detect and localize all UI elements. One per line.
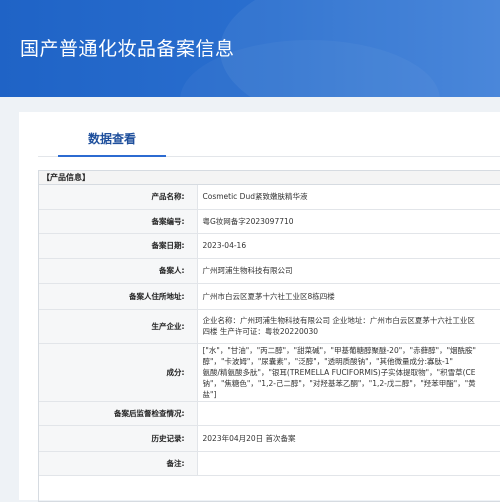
row-value-line: 氨酸/精氨酸多肽"，"银耳(TREMELLA FUCIFORMIS)子实体提取物… <box>203 367 500 378</box>
row-value: 广州珂浦生物科技有限公司 <box>197 258 500 283</box>
row-value: 粤G妆网备字2023097710 <box>197 209 500 233</box>
table-row: 备案日期: 2023-04-16 <box>39 233 500 258</box>
tab-data-view[interactable]: 数据查看 <box>58 130 166 156</box>
row-label: 备案人: <box>39 258 197 283</box>
table-row: 成分: ["水"，"甘油"，"丙二醇"，"甜菜碱"，"甲基葡糖醇聚醚-20"，"… <box>39 343 500 401</box>
row-label: 成分: <box>39 343 197 401</box>
row-value: 企业名称：广州珂浦生物科技有限公司 企业地址：广州市白云区夏茅十六社工业区 四楼… <box>197 309 500 343</box>
row-label: 历史记录: <box>39 425 197 451</box>
row-label: 备案编号: <box>39 209 197 233</box>
row-value: Cosmetic Dud紧致嫩肤精华液 <box>197 185 500 209</box>
row-value-line: 企业名称：广州珂浦生物科技有限公司 企业地址：广州市白云区夏茅十六社工业区 <box>203 315 500 326</box>
row-value: 2023年04月20日 首次备案 <box>197 425 500 451</box>
table-row: 备案人: 广州珂浦生物科技有限公司 <box>39 258 500 283</box>
page-title: 国产普通化妆品备案信息 <box>20 34 235 61</box>
table-row: 备案后监督检查情况: <box>39 401 500 425</box>
row-value <box>197 451 500 475</box>
table-row: 备案编号: 粤G妆网备字2023097710 <box>39 209 500 233</box>
row-label: 备案后监督检查情况: <box>39 401 197 425</box>
row-value-line: 醇"，"卡波姆"，"尿囊素"，"泛醇"，"透明质酸钠"，"其他微量成分:寡肽-1… <box>203 356 500 367</box>
table-row: 生产企业: 企业名称：广州珂浦生物科技有限公司 企业地址：广州市白云区夏茅十六社… <box>39 309 500 343</box>
row-label: 生产企业: <box>39 309 197 343</box>
row-value-line: 钠"，"焦糖色"，"1,2-己二醇"，"对羟基苯乙酮"，"1,2-戊二醇"，"羟… <box>203 378 500 389</box>
row-label: 备注: <box>39 451 197 475</box>
active-tab-indicator <box>58 155 166 157</box>
content-card: 数据查看 【产品信息】 产品名称: Cosmetic Dud紧致嫩肤精华液 备案… <box>19 112 500 500</box>
tab-data-view-label: 数据查看 <box>88 132 136 146</box>
table-row: 历史记录: 2023年04月20日 首次备案 <box>39 425 500 451</box>
row-value: 广州市白云区夏茅十六社工业区8栋四楼 <box>197 283 500 309</box>
table-row: 产品名称: Cosmetic Dud紧致嫩肤精华液 <box>39 185 500 209</box>
row-label: 备案人住所地址: <box>39 283 197 309</box>
row-label: 备案日期: <box>39 233 197 258</box>
row-value: 2023-04-16 <box>197 233 500 258</box>
row-value-line: ["水"，"甘油"，"丙二醇"，"甜菜碱"，"甲基葡糖醇聚醚-20"，"赤藓醇"… <box>203 345 500 356</box>
row-value: ["水"，"甘油"，"丙二醇"，"甜菜碱"，"甲基葡糖醇聚醚-20"，"赤藓醇"… <box>197 343 500 401</box>
row-value-line: 四楼 生产许可证：粤妆20220030 <box>203 326 500 337</box>
product-info-table: 产品名称: Cosmetic Dud紧致嫩肤精华液 备案编号: 粤G妆网备字20… <box>39 185 500 476</box>
row-value <box>197 401 500 425</box>
header-banner: 国产普通化妆品备案信息 <box>0 0 500 97</box>
tab-bar: 数据查看 <box>38 112 500 157</box>
section-header: 【产品信息】 <box>39 171 500 185</box>
table-row: 备注: <box>39 451 500 475</box>
table-row: 备案人住所地址: 广州市白云区夏茅十六社工业区8栋四楼 <box>39 283 500 309</box>
row-value-line: 盐"] <box>203 389 500 400</box>
row-label: 产品名称: <box>39 185 197 209</box>
product-info-panel: 【产品信息】 产品名称: Cosmetic Dud紧致嫩肤精华液 备案编号: 粤… <box>38 170 500 502</box>
